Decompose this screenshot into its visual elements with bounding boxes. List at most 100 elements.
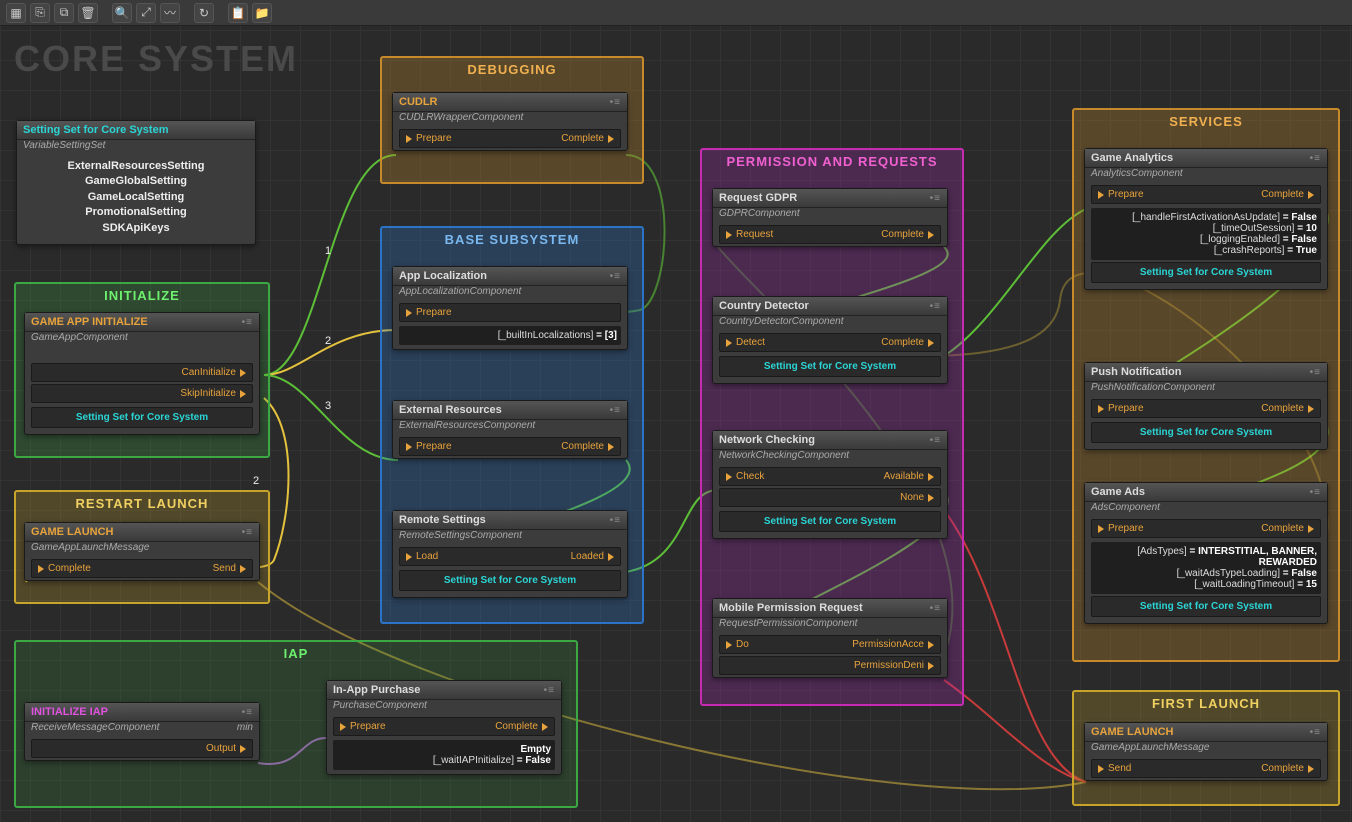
tool-open[interactable]: ⎘ — [30, 3, 50, 23]
node-in-app-purchase[interactable]: In-App Purchase •≡ PurchaseComponent Pre… — [326, 680, 562, 775]
menu-icon[interactable]: •≡ — [610, 97, 621, 108]
menu-icon[interactable]: •≡ — [544, 685, 555, 696]
link-setting-set[interactable]: Setting Set for Core System — [719, 356, 941, 377]
port-output[interactable]: Output — [31, 739, 253, 758]
props: Empty [_waitIAPInitialize] = False — [333, 740, 555, 770]
menu-icon[interactable]: •≡ — [930, 301, 941, 312]
node-header[interactable]: External Resources •≡ — [393, 401, 627, 420]
node-remote-settings[interactable]: Remote Settings •≡ RemoteSettingsCompone… — [392, 510, 628, 598]
node-header[interactable]: GAME LAUNCH •≡ — [1085, 723, 1327, 742]
port-row[interactable]: Prepare Complete — [1091, 519, 1321, 538]
node-game-ads[interactable]: Game Ads •≡ AdsComponent Prepare Complet… — [1084, 482, 1328, 624]
node-header[interactable]: Game Analytics •≡ — [1085, 149, 1327, 168]
menu-icon[interactable]: •≡ — [930, 435, 941, 446]
link-setting-set[interactable]: Setting Set for Core System — [1091, 422, 1321, 443]
title: App Localization — [399, 270, 487, 282]
menu-icon[interactable]: •≡ — [610, 271, 621, 282]
node-game-app-initialize[interactable]: GAME APP INITIALIZE •≡ GameAppComponent … — [24, 312, 260, 435]
menu-icon[interactable]: •≡ — [610, 405, 621, 416]
tool-folder[interactable]: 📁 — [252, 3, 272, 23]
port-row[interactable]: Complete Send — [31, 559, 253, 578]
port-row[interactable]: Prepare Complete — [1091, 185, 1321, 204]
node-header[interactable]: Request GDPR •≡ — [713, 189, 947, 208]
port-row[interactable]: Prepare Complete — [399, 129, 621, 148]
tool-refresh[interactable]: ↻ — [194, 3, 214, 23]
node-game-launch-restart[interactable]: GAME LAUNCH •≡ GameAppLaunchMessage Comp… — [24, 522, 260, 581]
port-row[interactable]: Prepare Complete — [1091, 399, 1321, 418]
node-header[interactable]: Mobile Permission Request •≡ — [713, 599, 947, 618]
node-header[interactable]: CUDLR •≡ — [393, 93, 627, 112]
menu-icon[interactable]: •≡ — [242, 707, 253, 718]
node-header[interactable]: GAME LAUNCH •≡ — [25, 523, 259, 542]
node-network-checking[interactable]: Network Checking •≡ NetworkCheckingCompo… — [712, 430, 948, 539]
port-row[interactable]: Prepare Complete — [333, 717, 555, 736]
port-row-deni[interactable]: PermissionDeni — [719, 656, 941, 675]
tool-search[interactable]: 🔍 — [112, 3, 132, 23]
port-row[interactable]: Send Complete — [1091, 759, 1321, 778]
props: [AdsTypes] = INTERSTITIAL, BANNER, REWAR… — [1091, 542, 1321, 594]
port-skip-initialize[interactable]: SkipInitialize — [31, 384, 253, 403]
port-row-none[interactable]: None — [719, 488, 941, 507]
title: External Resources — [399, 404, 502, 416]
title: GAME APP INITIALIZE — [31, 316, 148, 328]
tool-fit[interactable]: ⤢ — [136, 3, 156, 23]
link-setting-set[interactable]: Setting Set for Core System — [1091, 262, 1321, 283]
node-game-launch-first[interactable]: GAME LAUNCH •≡ GameAppLaunchMessage Send… — [1084, 722, 1328, 781]
node-setting-set[interactable]: Setting Set for Core System VariableSett… — [16, 120, 256, 245]
node-header[interactable]: INITIALIZE IAP •≡ — [25, 703, 259, 722]
node-header[interactable]: App Localization •≡ — [393, 267, 627, 286]
menu-icon[interactable]: •≡ — [930, 603, 941, 614]
node-header[interactable]: Network Checking •≡ — [713, 431, 947, 450]
node-game-analytics[interactable]: Game Analytics •≡ AnalyticsComponent Pre… — [1084, 148, 1328, 290]
link-setting-set[interactable]: Setting Set for Core System — [719, 511, 941, 532]
port-row[interactable]: Request Complete — [719, 225, 941, 244]
title: GAME LAUNCH — [1091, 726, 1174, 738]
node-request-gdpr[interactable]: Request GDPR •≡ GDPRComponent Request Co… — [712, 188, 948, 247]
port-row-do[interactable]: Do PermissionAcce — [719, 635, 941, 654]
node-header[interactable]: Setting Set for Core System — [17, 121, 255, 140]
node-push-notification[interactable]: Push Notification •≡ PushNotificationCom… — [1084, 362, 1328, 450]
node-initialize-iap[interactable]: INITIALIZE IAP •≡ ReceiveMessageComponen… — [24, 702, 260, 761]
group-title: FIRST LAUNCH — [1074, 692, 1338, 714]
menu-icon[interactable]: •≡ — [242, 317, 253, 328]
node-cudlr[interactable]: CUDLR •≡ CUDLRWrapperComponent Prepare C… — [392, 92, 628, 151]
node-header[interactable]: In-App Purchase •≡ — [327, 681, 561, 700]
node-header[interactable]: GAME APP INITIALIZE •≡ — [25, 313, 259, 332]
menu-icon[interactable]: •≡ — [1310, 727, 1321, 738]
node-country-detector[interactable]: Country Detector •≡ CountryDetectorCompo… — [712, 296, 948, 384]
node-header[interactable]: Country Detector •≡ — [713, 297, 947, 316]
node-mobile-permission[interactable]: Mobile Permission Request •≡ RequestPerm… — [712, 598, 948, 678]
tool-flow[interactable]: 〰 — [160, 3, 180, 23]
title: Push Notification — [1091, 366, 1181, 378]
menu-icon[interactable]: •≡ — [610, 515, 621, 526]
menu-icon[interactable]: •≡ — [1310, 153, 1321, 164]
node-external-resources[interactable]: External Resources •≡ ExternalResourcesC… — [392, 400, 628, 459]
node-app-localization[interactable]: App Localization •≡ AppLocalizationCompo… — [392, 266, 628, 350]
port-row[interactable]: Prepare Complete — [399, 437, 621, 456]
group-title: RESTART LAUNCH — [16, 492, 268, 514]
node-header[interactable]: Game Ads •≡ — [1085, 483, 1327, 502]
subtitle: RequestPermissionComponent — [713, 618, 947, 633]
menu-icon[interactable]: •≡ — [1310, 487, 1321, 498]
tool-del[interactable]: 🗑 — [78, 3, 98, 23]
link-setting-set[interactable]: Setting Set for Core System — [1091, 596, 1321, 617]
subtitle: GDPRComponent — [713, 208, 947, 223]
tool-clipboard[interactable]: 📋 — [228, 3, 248, 23]
port-row-check[interactable]: Check Available — [719, 467, 941, 486]
link-setting-set[interactable]: Setting Set for Core System — [31, 407, 253, 428]
port-can-initialize[interactable]: CanInitialize — [31, 363, 253, 382]
tool-dup[interactable]: ⧉ — [54, 3, 74, 23]
edge-label-2: 2 — [325, 335, 331, 347]
tool-new[interactable]: ▦ — [6, 3, 26, 23]
menu-icon[interactable]: •≡ — [1310, 367, 1321, 378]
port-row[interactable]: Load Loaded — [399, 547, 621, 566]
watermark: CORE SYSTEM — [14, 38, 298, 80]
node-header[interactable]: Push Notification •≡ — [1085, 363, 1327, 382]
link-setting-set[interactable]: Setting Set for Core System — [399, 570, 621, 591]
port-row[interactable]: Detect Complete — [719, 333, 941, 352]
menu-icon[interactable]: •≡ — [930, 193, 941, 204]
port-prepare[interactable]: Prepare — [399, 303, 621, 322]
node-header[interactable]: Remote Settings •≡ — [393, 511, 627, 530]
menu-icon[interactable]: •≡ — [242, 527, 253, 538]
subtitle: CUDLRWrapperComponent — [393, 112, 627, 127]
